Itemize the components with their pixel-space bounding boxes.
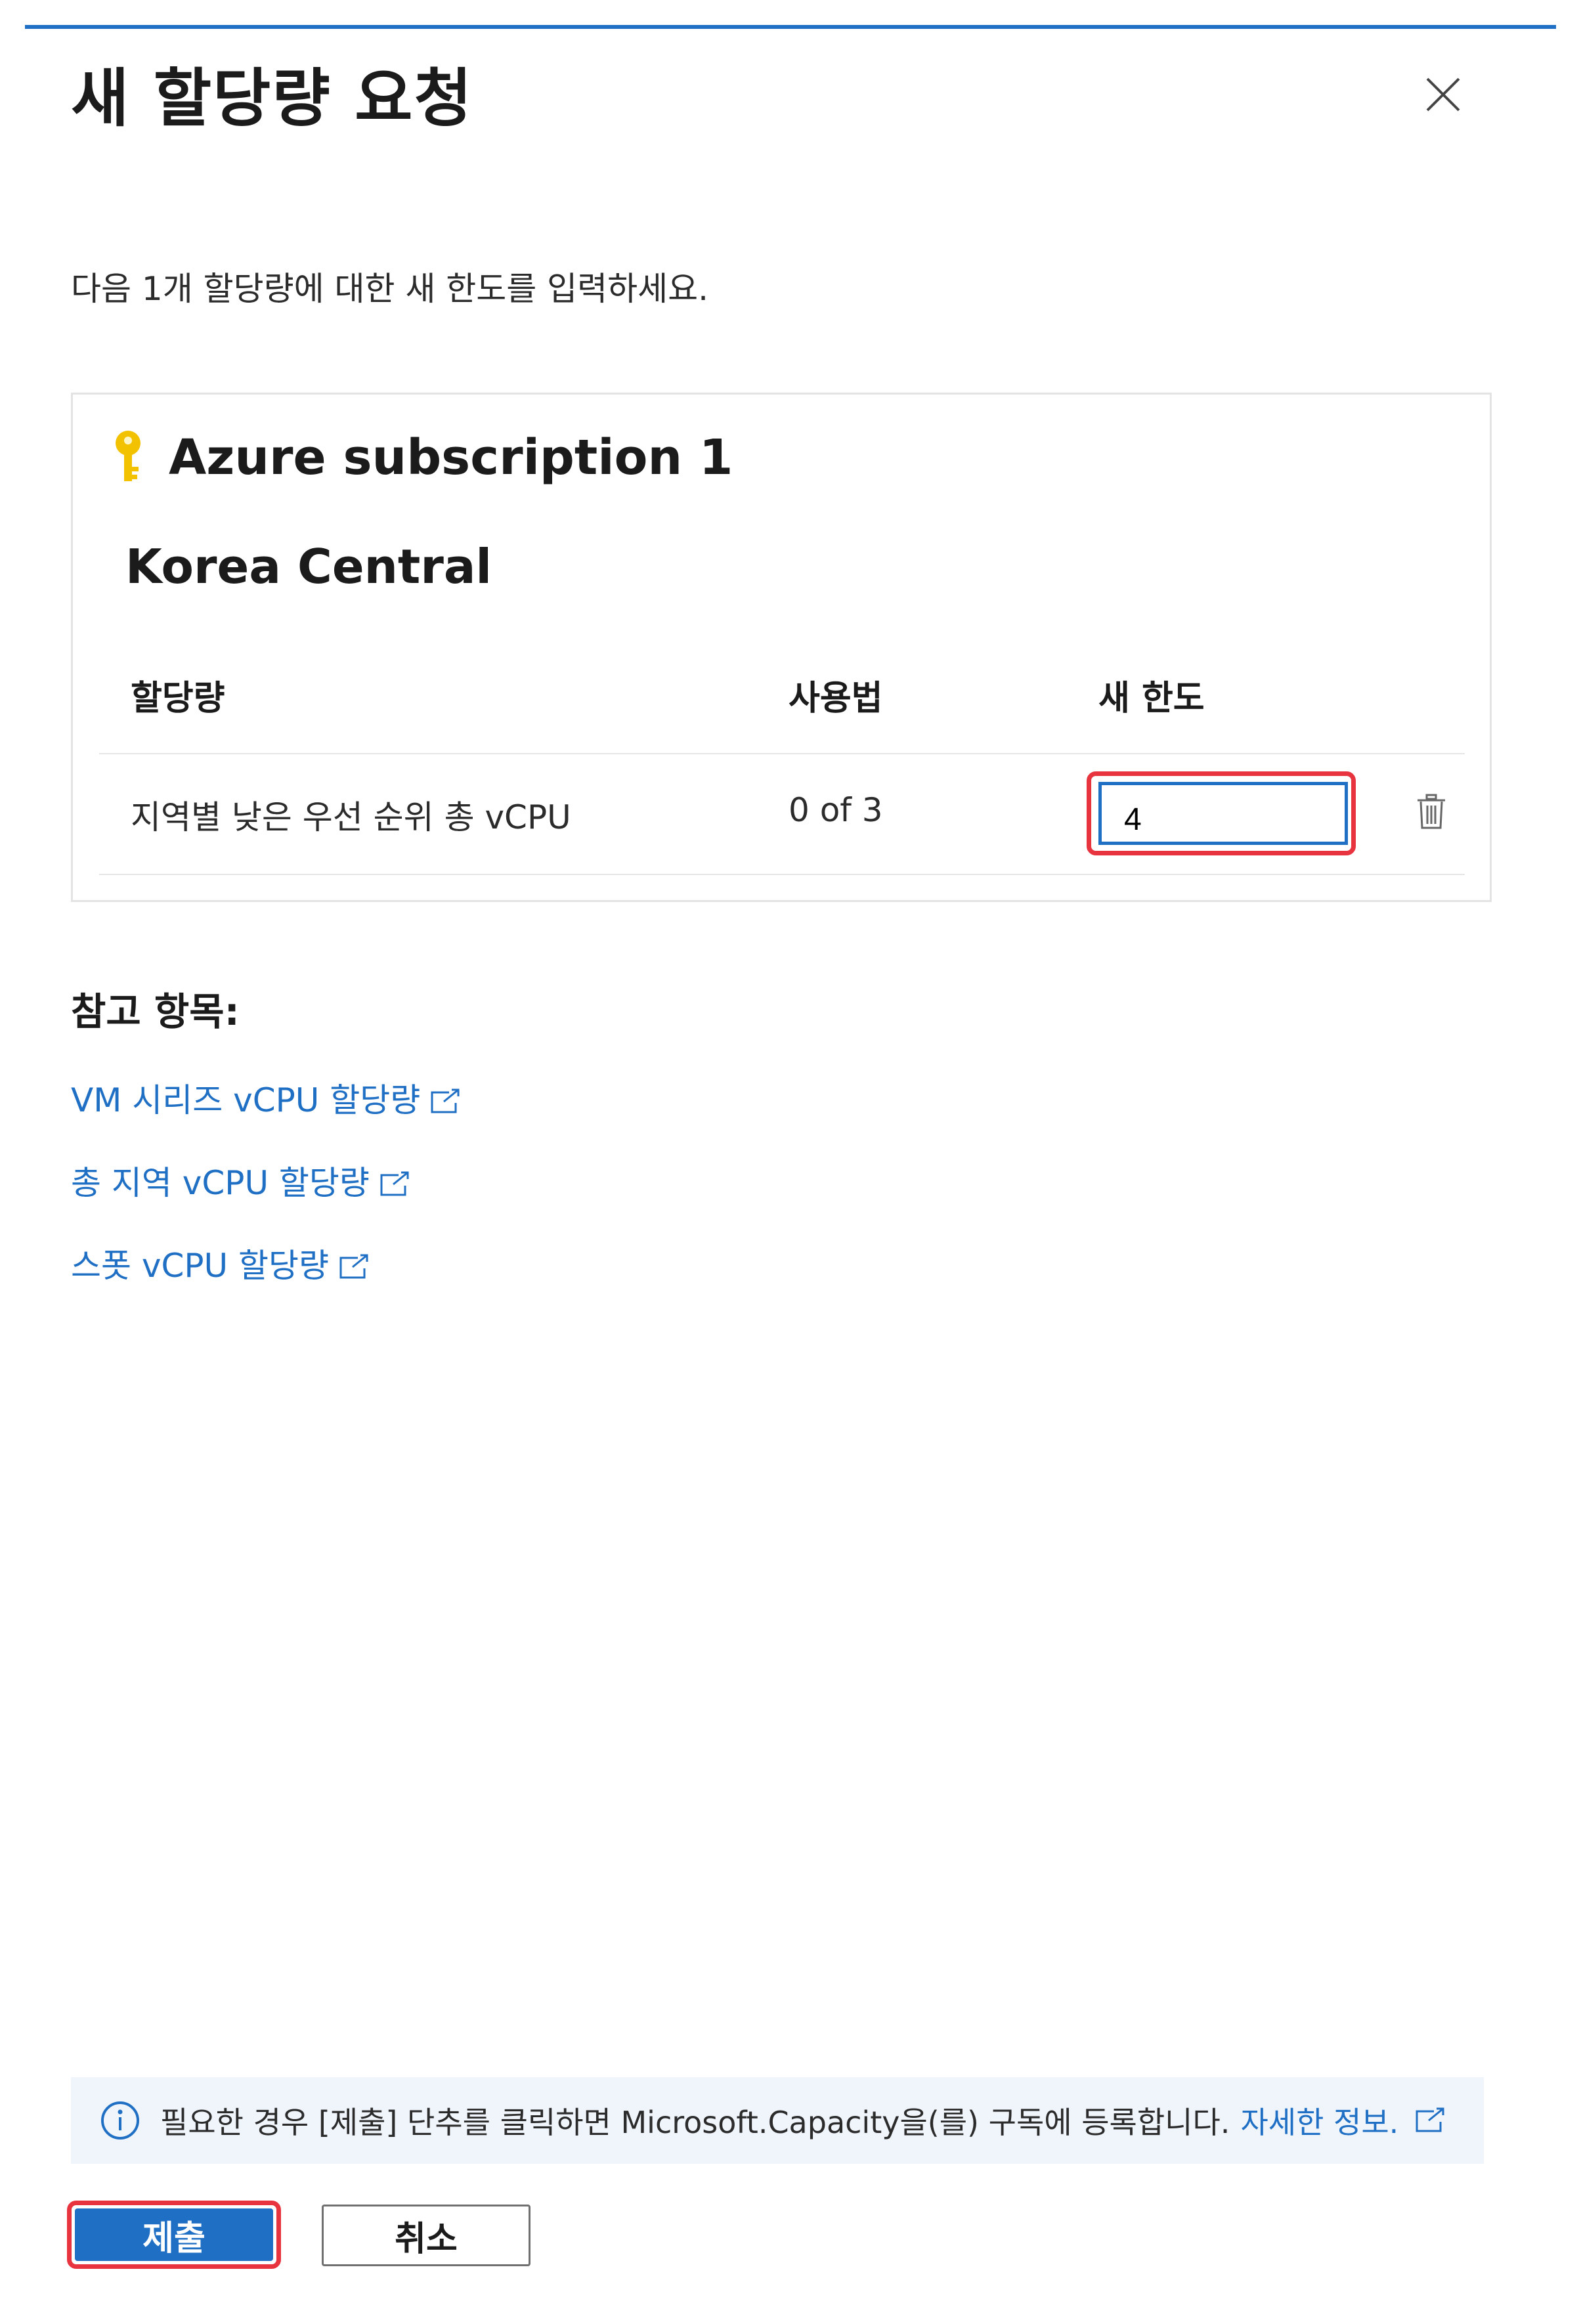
spot-vcpu-quota-link[interactable]: 스폿 vCPU 할당량 [71,1239,371,1287]
quota-card: Azure subscription 1 Korea Central 할당량 사… [71,393,1492,902]
region-name: Korea Central [125,539,492,594]
total-regional-vcpu-quota-link[interactable]: 총 지역 vCPU 할당량 [71,1157,412,1204]
vm-series-vcpu-quota-link[interactable]: VM 시리즈 vCPU 할당량 [71,1074,462,1121]
column-header-quota: 할당량 [131,679,225,718]
new-quota-request-dialog: 새 할당량 요청 다음 1개 할당량에 대한 새 한도를 입력하세요. Azur… [0,0,1581,2324]
instruction-text: 다음 1개 할당량에 대한 새 한도를 입력하세요. [71,270,709,308]
external-link-icon [429,1085,462,1113]
subscription-name: Azure subscription 1 [169,429,733,486]
external-link-icon [338,1250,371,1279]
close-icon [1426,77,1460,112]
dialog-title: 새 할당량 요청 [71,62,473,135]
external-link-icon [379,1167,412,1196]
quota-name-cell: 지역별 낮은 우선 순위 총 vCPU [131,798,571,836]
delete-row-button[interactable] [1415,794,1448,830]
column-header-usage: 사용법 [789,679,883,718]
link-label: 스폿 vCPU 할당량 [71,1247,330,1285]
link-label: 총 지역 vCPU 할당량 [71,1164,370,1202]
learn-more-link[interactable]: 자세한 정보. [1240,2099,1398,2142]
submit-button[interactable]: 제출 [75,2208,273,2261]
close-button[interactable] [1418,70,1468,119]
column-header-new-limit: 새 한도 [1098,679,1205,718]
cancel-button[interactable]: 취소 [322,2205,531,2266]
key-icon [110,429,146,486]
info-text: 필요한 경우 [제출] 단추를 클릭하면 Microsoft.Capacity을… [160,2105,1230,2140]
info-message-bar: 필요한 경우 [제출] 단추를 클릭하면 Microsoft.Capacity을… [71,2077,1484,2164]
table-divider [99,753,1465,754]
subscription-header: Azure subscription 1 [110,429,733,486]
link-label: VM 시리즈 vCPU 할당량 [71,1081,421,1119]
table-divider [99,874,1465,875]
info-icon [100,2100,141,2141]
usage-cell: 0 of 3 [789,791,883,829]
trash-icon [1418,794,1445,829]
new-limit-input[interactable] [1098,782,1348,845]
top-accent-bar [25,25,1556,29]
references-heading: 참고 항목: [71,989,240,1034]
external-link-icon [1414,2107,1447,2134]
